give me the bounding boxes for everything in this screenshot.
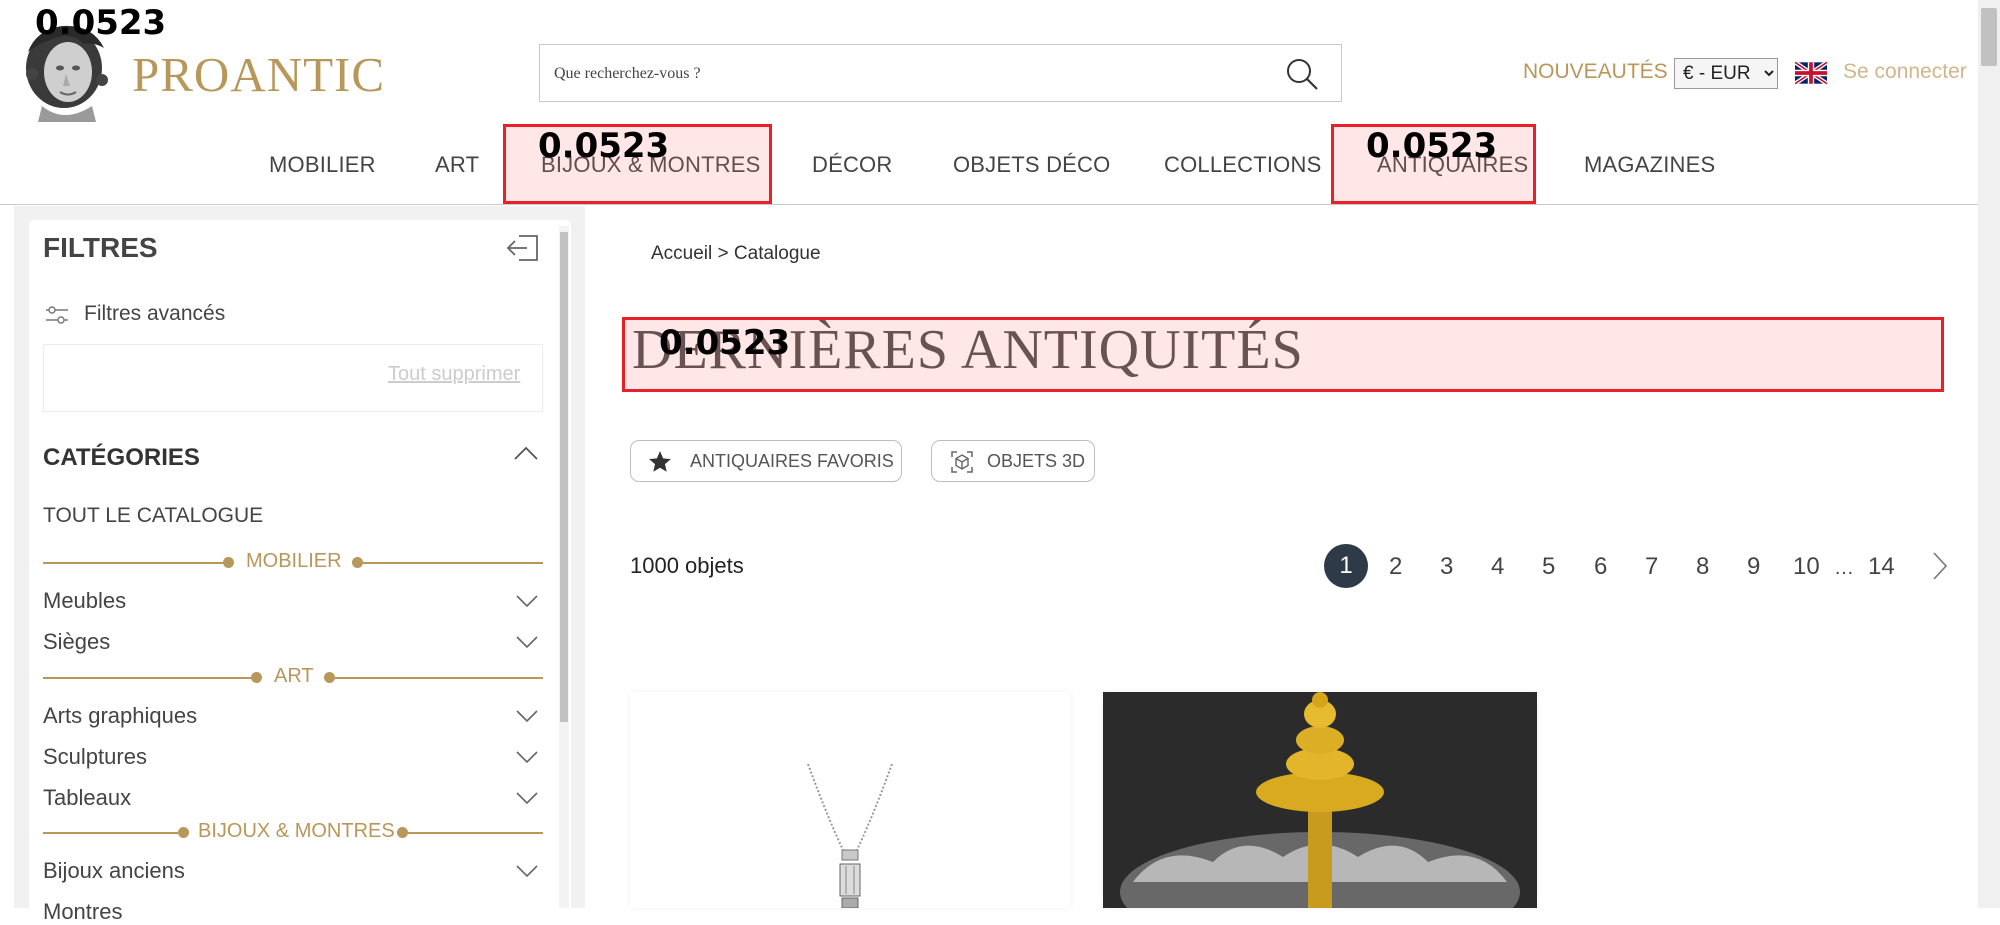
- chevron-down-icon[interactable]: [515, 709, 539, 723]
- sliders-icon[interactable]: [45, 306, 69, 324]
- page-scrollbar[interactable]: [1978, 0, 2000, 908]
- divider-dot: [251, 672, 262, 683]
- divider-dot: [178, 827, 189, 838]
- chevron-down-icon[interactable]: [515, 864, 539, 878]
- currency-select[interactable]: € - EUR: [1674, 58, 1778, 89]
- nav-item-magazines[interactable]: MAGAZINES: [1584, 152, 1715, 178]
- all-catalogue-link[interactable]: TOUT LE CATALOGUE: [43, 504, 263, 528]
- category-item-montres[interactable]: Montres: [43, 899, 122, 925]
- nouveautes-link[interactable]: NOUVEAUTÉS: [1523, 60, 1668, 84]
- category-item-meubles[interactable]: Meubles: [43, 588, 126, 614]
- favorite-dealers-chip[interactable]: ANTIQUAIRES FAVORIS: [630, 440, 902, 482]
- pagination-page-active[interactable]: 1: [1324, 544, 1368, 588]
- category-section-label: MOBILIER: [246, 550, 342, 572]
- pagination-page[interactable]: 6: [1594, 553, 1607, 581]
- chevron-down-icon[interactable]: [515, 635, 539, 649]
- brand-name[interactable]: PROANTIC: [132, 46, 385, 103]
- divider-line: [43, 562, 223, 564]
- results-count: 1000 objets: [630, 553, 744, 578]
- pagination-page[interactable]: 3: [1440, 553, 1453, 581]
- search-icon[interactable]: [1285, 57, 1319, 91]
- category-item-tableaux[interactable]: Tableaux: [43, 785, 131, 811]
- category-section-label: BIJOUX & MONTRES: [198, 820, 395, 842]
- annotation-score-label: 0.0523: [1366, 126, 1498, 166]
- nav-item-objets-deco[interactable]: OBJETS DÉCO: [953, 152, 1110, 178]
- annotation-score-label: 0.0523: [35, 3, 167, 43]
- pagination-ellipsis: …: [1834, 557, 1854, 579]
- nav-item-mobilier[interactable]: MOBILIER: [269, 152, 376, 178]
- divider-line: [363, 562, 543, 564]
- breadcrumb[interactable]: Accueil > Catalogue: [651, 243, 821, 265]
- pagination-page[interactable]: 7: [1645, 553, 1658, 581]
- pagination-page[interactable]: 8: [1696, 553, 1709, 581]
- 3d-cube-icon: [951, 451, 973, 473]
- chevron-up-icon[interactable]: [513, 445, 539, 461]
- chip-label: OBJETS 3D: [987, 451, 1086, 471]
- pagination-page[interactable]: 9: [1747, 553, 1760, 581]
- clear-all-filters-link[interactable]: Tout supprimer: [388, 363, 520, 386]
- product-card[interactable]: [1103, 692, 1537, 908]
- product-image-gilt-bronze-crystal[interactable]: [1103, 692, 1537, 908]
- divider-dot: [324, 672, 335, 683]
- product-card[interactable]: [630, 692, 1070, 908]
- highlight-box-page-title: [622, 317, 1944, 392]
- nav-item-decor[interactable]: DÉCOR: [812, 152, 892, 178]
- uk-flag-icon[interactable]: [1795, 61, 1827, 85]
- nav-item-art[interactable]: ART: [435, 152, 479, 178]
- sidebar-scrollbar-thumb[interactable]: [560, 232, 568, 722]
- divider-line: [335, 677, 543, 679]
- divider-line: [408, 832, 543, 834]
- advanced-filters-link[interactable]: Filtres avancés: [84, 302, 225, 326]
- search-bar[interactable]: [539, 44, 1342, 103]
- chevron-down-icon[interactable]: [515, 594, 539, 608]
- divider-dot: [352, 557, 363, 568]
- product-image-pendant-necklace[interactable]: [800, 764, 900, 908]
- page-scrollbar-thumb[interactable]: [1981, 8, 1997, 66]
- category-item-bijoux-anciens[interactable]: Bijoux anciens: [43, 858, 185, 884]
- category-divider-mobilier: MOBILIER: [43, 550, 543, 576]
- chevron-down-icon[interactable]: [515, 791, 539, 805]
- annotation-score-label: 0.0523: [659, 323, 791, 363]
- divider-line: [43, 832, 178, 834]
- 3d-objects-chip[interactable]: OBJETS 3D: [931, 440, 1095, 482]
- category-divider-bijoux-montres: BIJOUX & MONTRES: [43, 820, 543, 846]
- divider-dot: [397, 827, 408, 838]
- filters-title: FILTRES: [43, 232, 158, 263]
- search-input[interactable]: [552, 45, 1256, 103]
- chevron-right-icon[interactable]: [1932, 551, 1948, 581]
- pagination-page[interactable]: 2: [1389, 553, 1402, 581]
- collapse-sidebar-icon[interactable]: [505, 233, 541, 263]
- category-item-arts-graphiques[interactable]: Arts graphiques: [43, 703, 197, 729]
- star-icon: [649, 451, 671, 472]
- chevron-down-icon[interactable]: [515, 750, 539, 764]
- divider-line: [43, 677, 251, 679]
- category-section-label: ART: [274, 665, 314, 687]
- category-item-sieges[interactable]: Sièges: [43, 629, 110, 655]
- nav-item-collections[interactable]: COLLECTIONS: [1164, 152, 1321, 178]
- pagination-page[interactable]: 5: [1542, 553, 1555, 581]
- divider-dot: [223, 557, 234, 568]
- main-nav: MOBILIER ART BIJOUX & MONTRES DÉCOR OBJE…: [0, 142, 1978, 205]
- category-divider-art: ART: [43, 665, 543, 691]
- pagination-page[interactable]: 10: [1793, 553, 1820, 581]
- pagination-page-last[interactable]: 14: [1868, 553, 1895, 581]
- pagination-page[interactable]: 4: [1491, 553, 1504, 581]
- annotation-score-label: 0.0523: [538, 126, 670, 166]
- login-link[interactable]: Se connecter: [1843, 60, 1967, 84]
- chip-label: ANTIQUAIRES FAVORIS: [690, 451, 894, 471]
- category-item-sculptures[interactable]: Sculptures: [43, 744, 147, 770]
- categories-title[interactable]: CATÉGORIES: [43, 444, 200, 472]
